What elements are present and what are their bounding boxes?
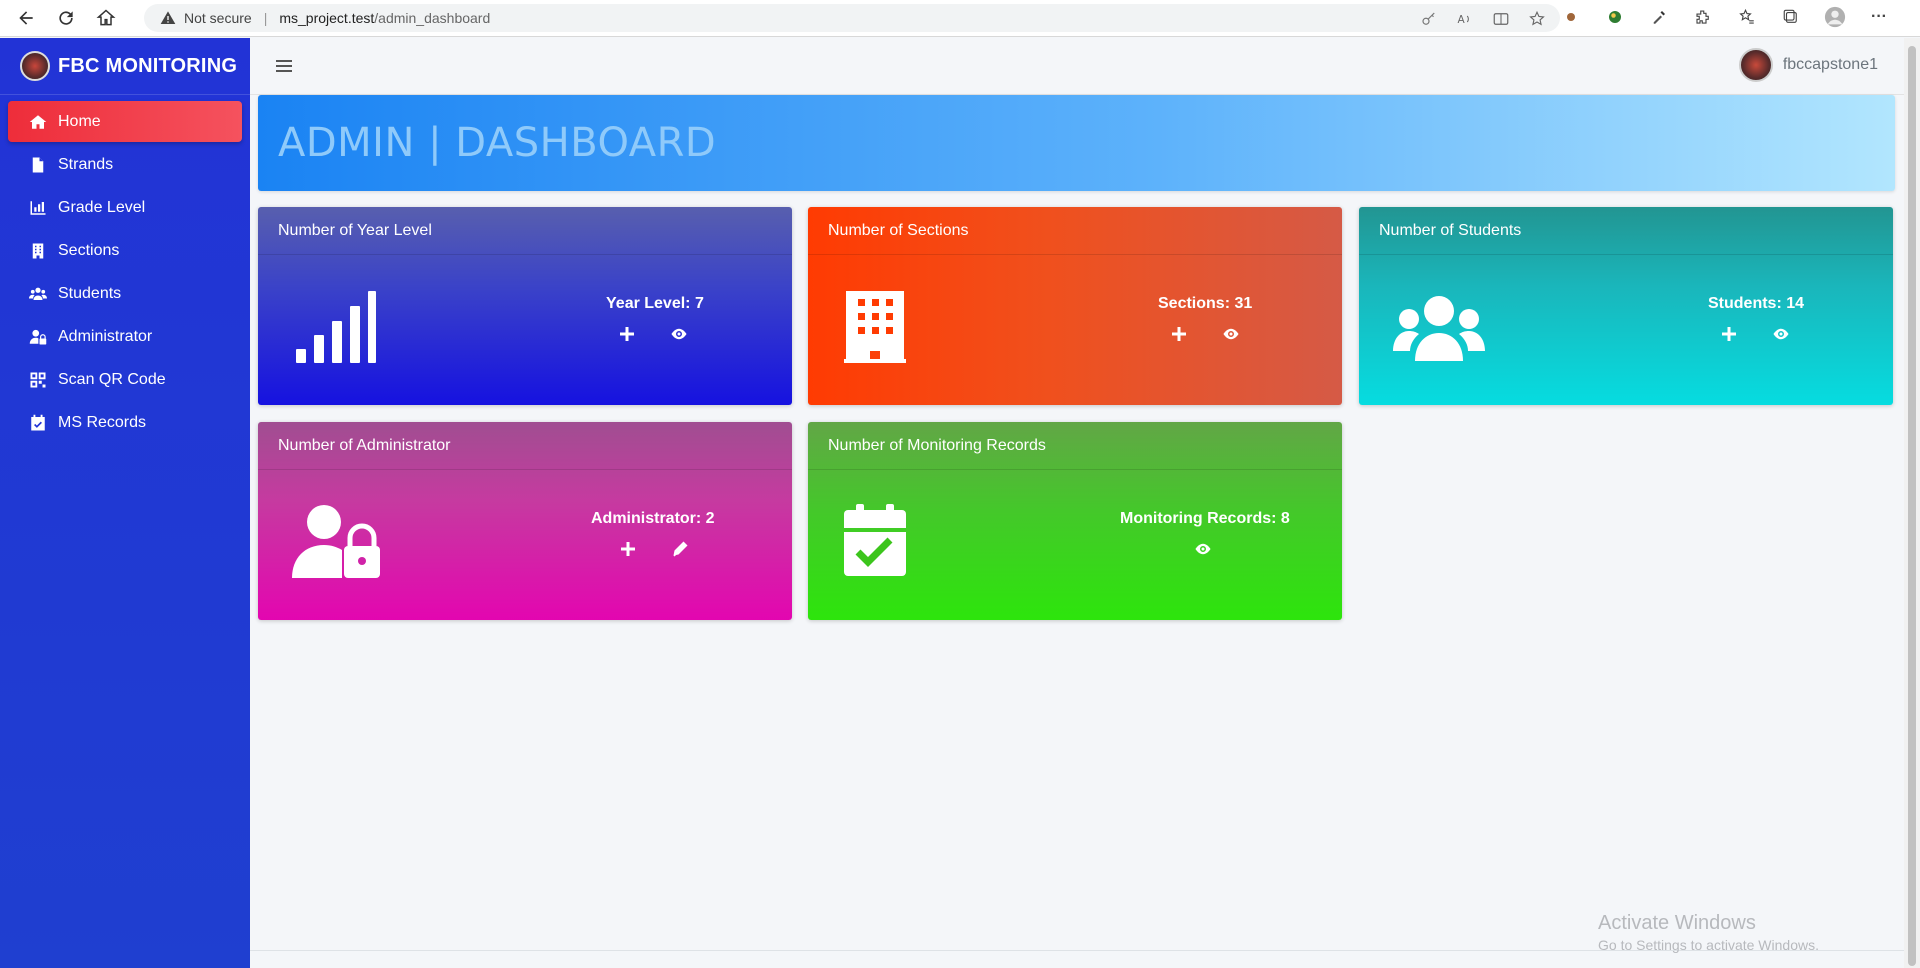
sidebar-item-label: Students bbox=[58, 284, 122, 302]
monitoring-records-count: Monitoring Records: 8 bbox=[1120, 510, 1290, 527]
card-students: Number of Students Students: 14 bbox=[1359, 207, 1893, 405]
sidebar: FBC MONITORING Home Strands Grade Level … bbox=[0, 38, 250, 968]
card-administrator: Number of Administrator Administrator: 2 bbox=[258, 422, 792, 620]
home-browser-icon[interactable] bbox=[86, 0, 126, 36]
sidebar-item-grade-level[interactable]: Grade Level bbox=[8, 187, 242, 228]
administrator-count: Administrator: 2 bbox=[591, 510, 715, 527]
read-aloud-icon[interactable]: A bbox=[1456, 10, 1474, 28]
eye-icon[interactable] bbox=[1194, 540, 1212, 558]
user-menu[interactable]: fbccapstone1 bbox=[1738, 48, 1878, 82]
sidebar-item-label: Sections bbox=[58, 241, 120, 259]
url-path: /admin_dashboard bbox=[374, 10, 491, 26]
students-count: Students: 14 bbox=[1708, 295, 1805, 312]
qr-code-icon bbox=[28, 371, 48, 389]
brand-logo bbox=[20, 51, 50, 81]
watermark-line1: Activate Windows bbox=[1598, 912, 1756, 934]
eye-icon[interactable] bbox=[670, 325, 688, 343]
warning-icon bbox=[160, 11, 176, 24]
bar-chart-icon bbox=[28, 199, 48, 217]
page-title: ADMIN | DASHBOARD bbox=[278, 120, 717, 166]
scrollbar[interactable] bbox=[1904, 38, 1920, 968]
sidebar-item-sections[interactable]: Sections bbox=[8, 230, 242, 271]
dashboard-header: ADMIN | DASHBOARD bbox=[258, 95, 1895, 191]
building-icon bbox=[844, 291, 906, 363]
sidebar-item-students[interactable]: Students bbox=[8, 273, 242, 314]
hamburger-menu-icon[interactable] bbox=[274, 56, 294, 76]
card-sections: Number of Sections Sections: 31 bbox=[808, 207, 1342, 405]
favorite-add-icon[interactable] bbox=[1528, 10, 1546, 28]
card-title: Number of Sections bbox=[808, 207, 1342, 255]
sidebar-item-ms-records[interactable]: MS Records bbox=[8, 402, 242, 443]
sidebar-item-label: Grade Level bbox=[58, 198, 146, 216]
extensions-puzzle-icon[interactable] bbox=[1692, 6, 1714, 28]
sidebar-menu: Home Strands Grade Level Sections Studen… bbox=[0, 95, 250, 451]
more-menu-icon[interactable]: ··· bbox=[1868, 6, 1890, 28]
plus-icon[interactable] bbox=[1720, 325, 1738, 343]
users-icon bbox=[28, 285, 48, 303]
plus-icon[interactable] bbox=[1170, 325, 1188, 343]
sidebar-item-label: Administrator bbox=[58, 327, 153, 345]
avatar bbox=[1738, 48, 1773, 82]
scrollbar-thumb[interactable] bbox=[1908, 46, 1916, 966]
calendar-check-icon bbox=[844, 504, 906, 576]
brand[interactable]: FBC MONITORING bbox=[0, 38, 250, 95]
card-title: Number of Students bbox=[1359, 207, 1893, 255]
plus-icon[interactable] bbox=[619, 540, 637, 558]
url-host: ms_project.test bbox=[279, 10, 375, 26]
user-lock-icon bbox=[28, 328, 48, 346]
sidebar-item-strands[interactable]: Strands bbox=[8, 144, 242, 185]
address-bar[interactable]: Not secure | ms_project.test/admin_dashb… bbox=[144, 4, 1560, 32]
card-title: Number of Year Level bbox=[258, 207, 792, 255]
eye-icon[interactable] bbox=[1222, 325, 1240, 343]
profile-icon[interactable] bbox=[1824, 6, 1846, 28]
security-label[interactable]: Not secure bbox=[184, 10, 252, 26]
immersive-reader-icon[interactable] bbox=[1492, 10, 1510, 28]
user-lock-icon bbox=[292, 505, 380, 578]
svg-text:A: A bbox=[1458, 14, 1466, 26]
card-monitoring-records: Number of Monitoring Records Monitoring … bbox=[808, 422, 1342, 620]
edit-icon[interactable] bbox=[671, 540, 689, 558]
card-title: Number of Monitoring Records bbox=[808, 422, 1342, 470]
sidebar-item-scan-qr-code[interactable]: Scan QR Code bbox=[8, 359, 242, 400]
reload-icon[interactable] bbox=[46, 0, 86, 36]
url-text[interactable]: ms_project.test/admin_dashboard bbox=[279, 10, 490, 26]
topbar: fbccapstone1 bbox=[250, 38, 1904, 95]
sidebar-item-home[interactable]: Home bbox=[8, 101, 242, 142]
home-icon bbox=[28, 113, 48, 131]
extension-eyedropper-icon[interactable] bbox=[1648, 6, 1670, 28]
key-icon[interactable] bbox=[1420, 10, 1438, 28]
watermark-line2: Go to Settings to activate Windows. bbox=[1598, 937, 1819, 953]
plus-icon[interactable] bbox=[618, 325, 636, 343]
card-title: Number of Administrator bbox=[258, 422, 792, 470]
sidebar-item-label: Home bbox=[58, 112, 101, 130]
signal-icon bbox=[296, 291, 376, 363]
browser-toolbar: Not secure | ms_project.test/admin_dashb… bbox=[0, 0, 1920, 37]
eye-icon[interactable] bbox=[1772, 325, 1790, 343]
activate-windows-watermark: Activate Windows Go to Settings to activ… bbox=[1598, 912, 1819, 953]
brand-name: FBC MONITORING bbox=[58, 54, 238, 77]
back-icon[interactable] bbox=[6, 0, 46, 36]
sidebar-item-label: MS Records bbox=[58, 413, 147, 431]
card-year-level: Number of Year Level Year Level: 7 bbox=[258, 207, 792, 405]
sidebar-item-administrator[interactable]: Administrator bbox=[8, 316, 242, 357]
year-level-count: Year Level: 7 bbox=[606, 295, 704, 312]
sidebar-item-label: Strands bbox=[58, 155, 114, 173]
collections-icon[interactable] bbox=[1780, 6, 1802, 28]
building-icon bbox=[28, 242, 48, 260]
sidebar-item-label: Scan QR Code bbox=[58, 370, 166, 388]
favorites-icon[interactable] bbox=[1736, 6, 1758, 28]
username: fbccapstone1 bbox=[1782, 56, 1878, 73]
extension-cookie-icon[interactable] bbox=[1560, 6, 1582, 28]
calendar-check-icon bbox=[28, 414, 48, 432]
file-icon bbox=[28, 156, 48, 174]
sections-count: Sections: 31 bbox=[1158, 295, 1253, 312]
users-icon bbox=[1393, 296, 1485, 361]
extension-globe-icon[interactable] bbox=[1604, 6, 1626, 28]
